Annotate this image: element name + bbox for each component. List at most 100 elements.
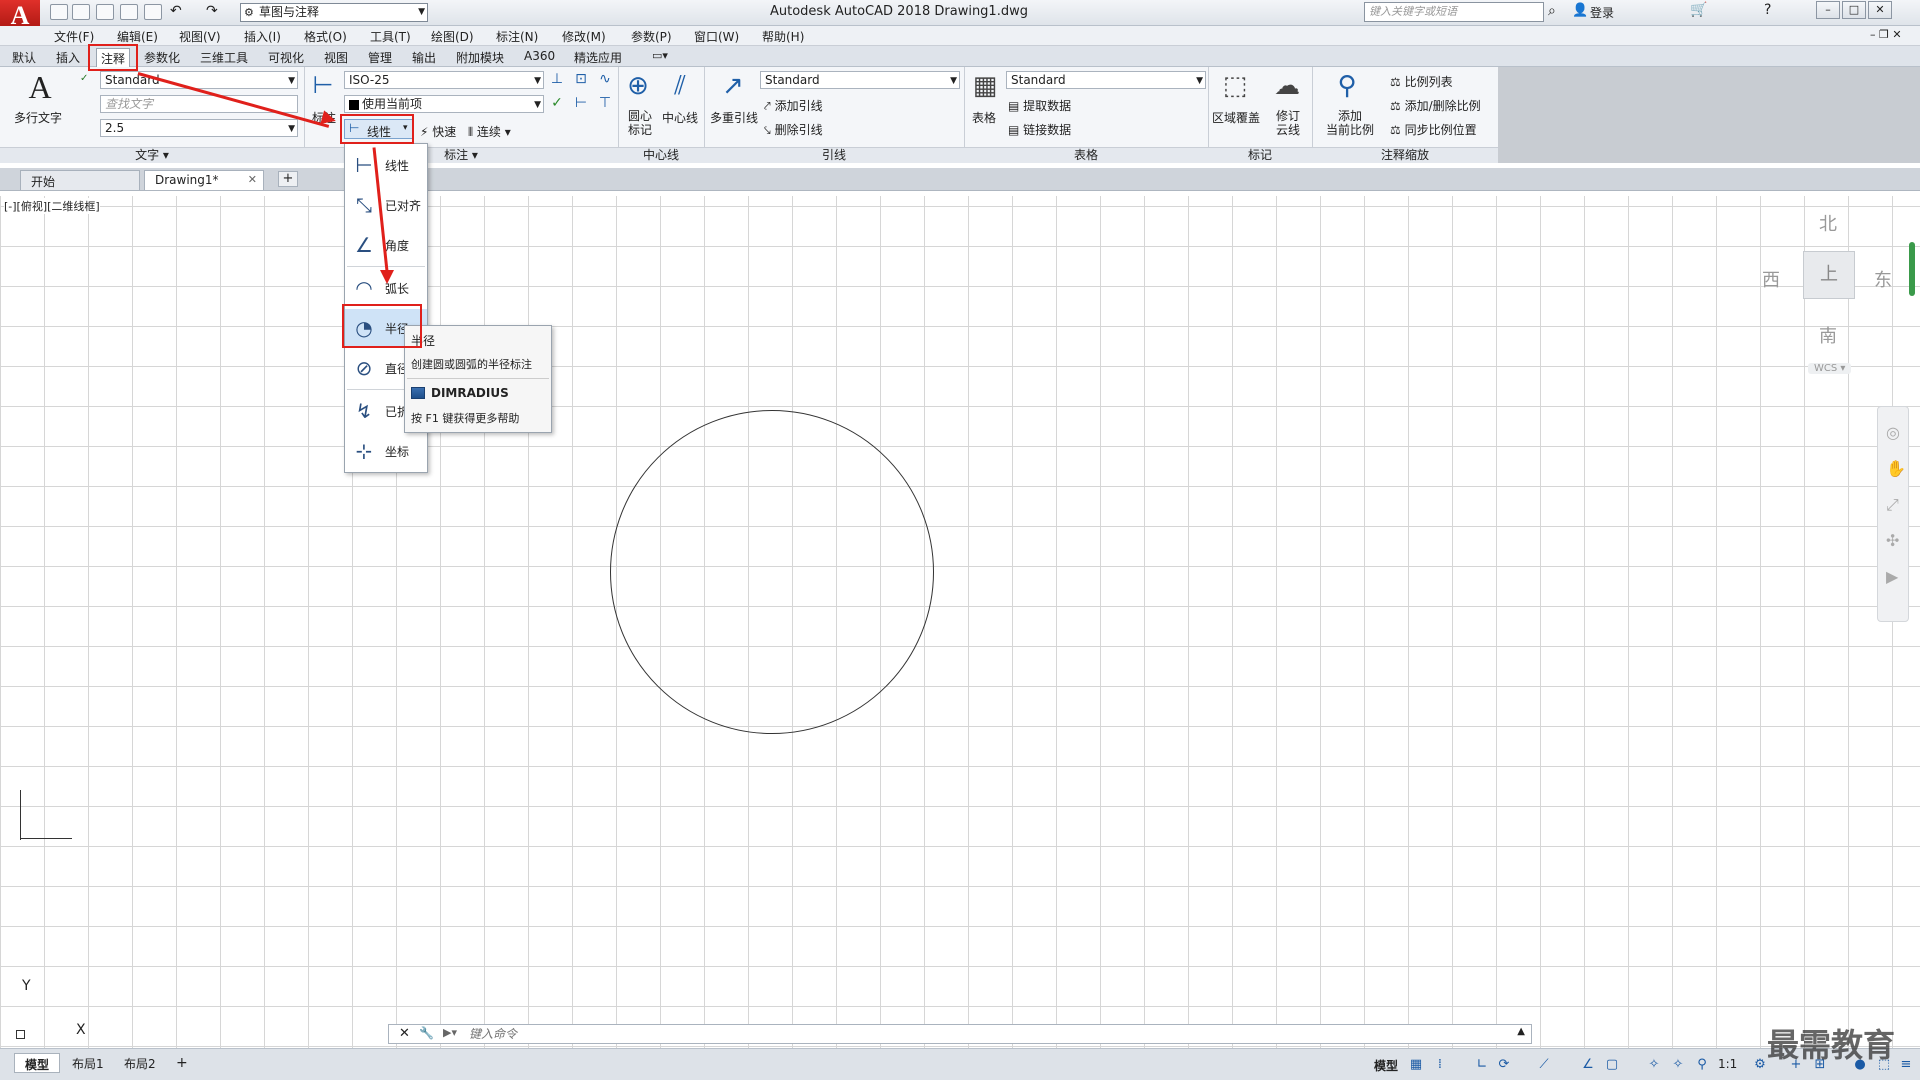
annotation-scale-value[interactable]: 1:1: [1718, 1057, 1737, 1071]
minimize-button[interactable]: –: [1816, 1, 1840, 19]
viewcube-north[interactable]: 北: [1819, 210, 1837, 236]
customize-icon[interactable]: ≡: [1898, 1057, 1914, 1073]
save-icon[interactable]: [96, 4, 114, 20]
close-icon[interactable]: ✕: [248, 173, 257, 186]
dimension-icon[interactable]: ⊢: [308, 71, 338, 99]
close-button[interactable]: ✕: [1868, 1, 1892, 19]
spellcheck-icon[interactable]: ✓: [80, 73, 88, 84]
remove-leader-button[interactable]: ⤥ 删除引线: [764, 121, 823, 138]
sync-scale-button[interactable]: ⚖ 同步比例位置: [1390, 121, 1477, 138]
link-data-button[interactable]: ▤ 链接数据: [1008, 121, 1071, 138]
pan-icon[interactable]: ✋: [1886, 459, 1906, 478]
viewcube-east[interactable]: 东: [1874, 266, 1892, 292]
add-layout-button[interactable]: +: [176, 1055, 188, 1071]
redo-icon[interactable]: ↷: [206, 3, 218, 19]
dim-space-icon[interactable]: ⊡: [572, 71, 590, 87]
mtext-label[interactable]: 多行文字: [14, 109, 62, 126]
osnap-icon[interactable]: ∠: [1580, 1057, 1596, 1073]
ortho-icon[interactable]: ∟: [1474, 1057, 1490, 1073]
extract-data-button[interactable]: ▤ 提取数据: [1008, 97, 1071, 114]
file-tab-start[interactable]: 开始: [20, 170, 140, 190]
panel-title-table[interactable]: 表格: [964, 147, 1208, 163]
add-scale-icon[interactable]: ⚲: [1330, 71, 1364, 101]
dropdown-item-linear[interactable]: ⊢ 线性: [345, 146, 427, 184]
showmotion-icon[interactable]: ▶: [1886, 567, 1898, 586]
panel-title-text[interactable]: 文字 ▾: [0, 147, 304, 163]
multileader-label[interactable]: 多重引线: [710, 109, 758, 126]
tab-featured[interactable]: 精选应用: [570, 48, 626, 67]
drawing-canvas[interactable]: [-][俯视][二维线框] 北 西 上 东 南 WCS ▾ ◎ ✋ ⤢ ✣ ▶ …: [0, 196, 1920, 1048]
tab-a360[interactable]: A360: [520, 48, 559, 64]
menu-dimension[interactable]: 标注(N): [496, 28, 538, 45]
save-as-icon[interactable]: [120, 4, 138, 20]
workspace-gear-icon[interactable]: ⚙: [1752, 1057, 1768, 1073]
text-height-select[interactable]: 2.5 ▼: [100, 119, 298, 137]
wipeout-icon[interactable]: ⬚: [1218, 71, 1252, 101]
dim-override-icon[interactable]: ⊤: [596, 95, 614, 111]
dim-break-icon[interactable]: ⊥: [548, 71, 566, 87]
menu-edit[interactable]: 编辑(E): [117, 28, 158, 45]
search-input[interactable]: 键入关键字或短语: [1364, 2, 1544, 22]
dim-style-select[interactable]: ISO-25 ▼: [344, 71, 544, 89]
tab-manage[interactable]: 管理: [364, 48, 396, 67]
annotation-visibility-icon[interactable]: ✧: [1646, 1057, 1662, 1073]
model-space-toggle[interactable]: 模型: [1374, 1057, 1398, 1074]
new-tab-button[interactable]: +: [278, 171, 298, 187]
polar-icon[interactable]: ⟳: [1496, 1057, 1512, 1073]
snap-icon[interactable]: ⁞: [1432, 1057, 1448, 1073]
dim-layer-select[interactable]: 使用当前项 ▼: [344, 95, 544, 113]
tab-view[interactable]: 视图: [320, 48, 352, 67]
menu-modify[interactable]: 修改(M): [562, 28, 606, 45]
command-prompt-icon[interactable]: ▶▾: [443, 1026, 457, 1039]
orbit-icon[interactable]: ✣: [1886, 531, 1899, 550]
menu-view[interactable]: 视图(V): [179, 28, 221, 45]
menu-file[interactable]: 文件(F): [54, 28, 94, 45]
menu-help[interactable]: 帮助(H): [762, 28, 804, 45]
viewcube-south[interactable]: 南: [1819, 322, 1837, 348]
undo-icon[interactable]: ↶: [170, 3, 182, 19]
center-mark-label[interactable]: 圆心 标记: [628, 109, 652, 137]
scale-list-button[interactable]: ⚖ 比例列表: [1390, 73, 1453, 90]
table-label[interactable]: 表格: [972, 109, 996, 126]
annotation-scale-icon[interactable]: ⚲: [1694, 1057, 1710, 1073]
dropdown-item-ordinate[interactable]: ⊹ 坐标: [345, 432, 427, 470]
drawn-circle[interactable]: [610, 410, 934, 734]
menu-params[interactable]: 参数(P): [631, 28, 672, 45]
multileader-icon[interactable]: ↗: [716, 71, 750, 101]
menu-window[interactable]: 窗口(W): [694, 28, 739, 45]
isodraft-icon[interactable]: ⟋: [1536, 1057, 1552, 1073]
leader-style-select[interactable]: Standard ▼: [760, 71, 960, 89]
binoculars-icon[interactable]: ⌕: [1548, 3, 1556, 19]
new-file-icon[interactable]: [50, 4, 68, 20]
wcs-menu[interactable]: WCS ▾: [1808, 363, 1852, 374]
add-delete-scale-button[interactable]: ⚖ 添加/删除比例: [1390, 97, 1481, 114]
text-style-select[interactable]: Standard ▼: [100, 71, 298, 89]
print-icon[interactable]: [144, 4, 162, 20]
tab-addins[interactable]: 附加模块: [452, 48, 508, 67]
centerline-label[interactable]: 中心线: [662, 109, 698, 126]
layout-tab-layout1[interactable]: 布局1: [62, 1053, 114, 1073]
menu-tools[interactable]: 工具(T): [370, 28, 411, 45]
center-mark-icon[interactable]: ⊕: [622, 71, 654, 101]
mtext-icon[interactable]: A: [24, 69, 56, 106]
dim-jog-icon[interactable]: ∿: [596, 71, 614, 87]
scroll-indicator[interactable]: [1909, 242, 1915, 296]
tab-visualize[interactable]: 可视化: [264, 48, 308, 67]
layout-tab-layout2[interactable]: 布局2: [114, 1053, 166, 1073]
revcloud-icon[interactable]: ☁: [1270, 71, 1304, 101]
chevron-up-icon[interactable]: ▲: [1517, 1026, 1525, 1037]
tab-insert[interactable]: 插入: [52, 48, 84, 67]
close-icon[interactable]: ✕: [399, 1026, 410, 1041]
steering-wheel-icon[interactable]: ◎: [1886, 423, 1900, 442]
add-current-scale-label[interactable]: 添加 当前比例: [1326, 109, 1374, 137]
dim-reassoc-icon[interactable]: ⊢: [572, 95, 590, 111]
tab-3d-tools[interactable]: 三维工具: [196, 48, 252, 67]
revcloud-label[interactable]: 修订 云线: [1276, 109, 1300, 137]
tab-default[interactable]: 默认: [8, 48, 40, 67]
menu-format[interactable]: 格式(O): [304, 28, 347, 45]
table-icon[interactable]: ▦: [968, 71, 1002, 101]
panel-title-leader[interactable]: 引线: [704, 147, 964, 163]
workspace-select[interactable]: ⚙ 草图与注释 ▼: [240, 3, 428, 22]
wrench-icon[interactable]: 🔧: [419, 1026, 434, 1040]
viewcube-face[interactable]: 上: [1803, 251, 1855, 299]
